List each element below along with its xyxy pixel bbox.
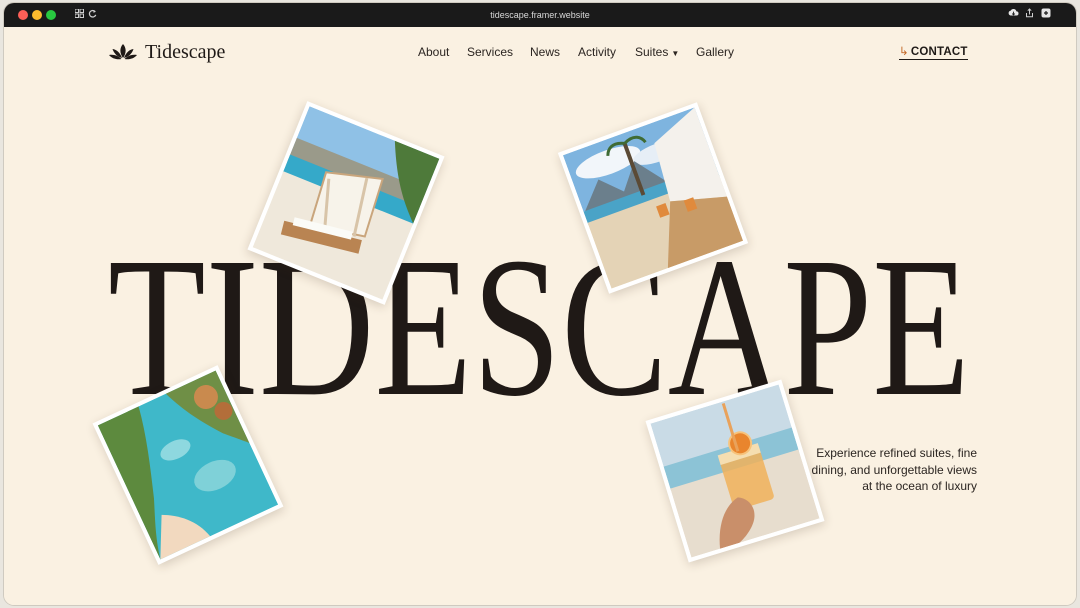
chevron-down-icon: ▼ — [671, 49, 680, 58]
browser-window: tidescape.framer.website Tidescape About… — [4, 3, 1076, 605]
nav-link-gallery[interactable]: Gallery — [696, 45, 734, 59]
address-bar[interactable]: tidescape.framer.website — [4, 8, 1076, 22]
tagline-line-1: Experience refined suites, fine — [816, 446, 977, 460]
extension-icon[interactable] — [1041, 8, 1051, 22]
nav-link-services[interactable]: Services — [467, 45, 513, 59]
share-icon[interactable] — [1025, 8, 1034, 22]
nav-link-about[interactable]: About — [418, 45, 449, 59]
nav-link-suites-label: Suites — [635, 45, 669, 59]
hero-tagline: Experience refined suites, fine dining, … — [784, 445, 977, 495]
contact-link[interactable]: ↳ CONTACT — [899, 44, 968, 60]
nav-link-news[interactable]: News — [530, 45, 560, 59]
contact-label: CONTACT — [910, 46, 968, 58]
browser-toolbar: tidescape.framer.website — [4, 3, 1076, 27]
tagline-line-2: dining, and unforgettable views — [811, 462, 977, 477]
return-arrow-icon: ↳ — [899, 46, 909, 58]
download-icon[interactable] — [1008, 8, 1019, 22]
tagline-line-3: at the ocean of luxury — [862, 479, 977, 493]
hero-title-text: TIDESCAPE — [108, 217, 970, 438]
website-page: Tidescape About Services News Activity S… — [4, 27, 1076, 605]
nav-link-suites[interactable]: Suites ▼ — [635, 45, 679, 59]
nav-link-activity[interactable]: Activity — [578, 45, 616, 59]
